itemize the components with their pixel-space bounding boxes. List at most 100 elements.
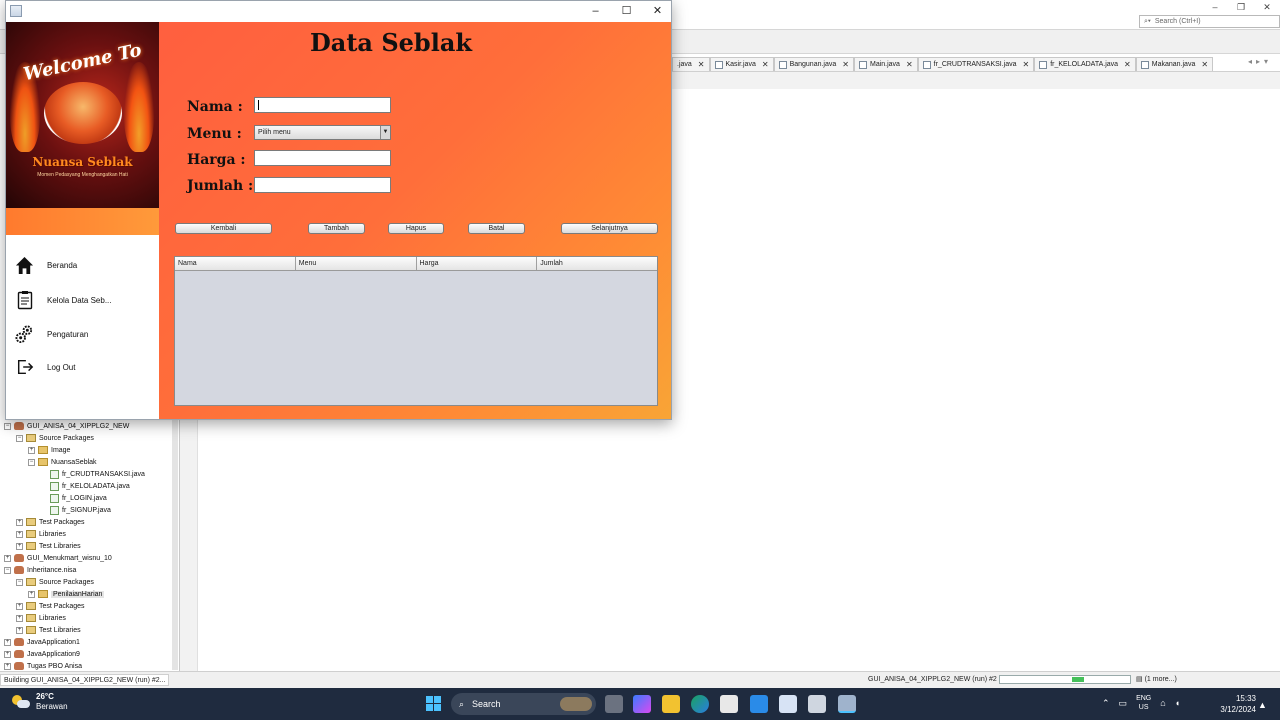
- collapse-icon[interactable]: −: [16, 434, 23, 442]
- maximize-button[interactable]: ☐: [611, 1, 642, 22]
- menu-select[interactable]: Pilih menu ▼: [254, 125, 391, 140]
- ide-tab[interactable]: Makanan.java ✕: [1135, 57, 1214, 71]
- seblak-data-table[interactable]: Nama Menu Harga Jumlah: [174, 256, 658, 406]
- taskbar-search[interactable]: ⌕ Search: [451, 693, 596, 715]
- vscode-icon[interactable]: [750, 695, 768, 713]
- ide-close-button[interactable]: ✕: [1254, 0, 1280, 14]
- store-icon[interactable]: [720, 695, 738, 713]
- close-icon[interactable]: ✕: [906, 58, 913, 71]
- ide-restore-button[interactable]: ❐: [1228, 0, 1254, 14]
- expand-icon[interactable]: +: [28, 446, 35, 454]
- tree-node[interactable]: − Inheritance.nisa: [4, 564, 76, 576]
- file-explorer-icon[interactable]: [662, 695, 680, 713]
- tambah-button[interactable]: Tambah: [308, 223, 365, 234]
- tray-chevron-icon[interactable]: ⌃: [1102, 698, 1110, 709]
- tree-node[interactable]: + Test Packages: [16, 600, 85, 612]
- tree-node[interactable]: + Image: [28, 444, 70, 456]
- expand-icon[interactable]: +: [16, 518, 23, 526]
- ide-tab[interactable]: .java ✕: [672, 57, 710, 71]
- close-icon[interactable]: ✕: [762, 58, 769, 71]
- expand-icon[interactable]: +: [28, 590, 35, 598]
- tree-node[interactable]: − Source Packages: [16, 576, 94, 588]
- batal-button[interactable]: Batal: [468, 223, 525, 234]
- expand-icon[interactable]: +: [16, 530, 23, 538]
- tree-node[interactable]: − NuansaSeblak: [28, 456, 97, 468]
- cube-app-icon[interactable]: [779, 695, 797, 713]
- tree-node[interactable]: + Test Libraries: [16, 540, 81, 552]
- weather-widget[interactable]: 26°C Berawan: [12, 692, 68, 712]
- expand-icon[interactable]: +: [16, 626, 23, 634]
- tree-node-label: Test Packages: [39, 602, 85, 610]
- column-header-harga[interactable]: Harga: [417, 257, 538, 270]
- tree-node[interactable]: + JavaApplication9: [4, 648, 80, 660]
- projects-scrollbar[interactable]: [172, 420, 178, 670]
- tree-node[interactable]: + Test Packages: [16, 516, 85, 528]
- close-icon[interactable]: ✕: [1023, 58, 1030, 71]
- tree-node[interactable]: + Libraries: [16, 612, 66, 624]
- jumlah-input[interactable]: [254, 177, 391, 193]
- edge-browser-icon[interactable]: [691, 695, 709, 713]
- notification-bell-icon[interactable]: ▲: [1258, 700, 1267, 710]
- ide-search-input[interactable]: ⌕▾ Search (Ctrl+I): [1139, 15, 1280, 28]
- ide-tab[interactable]: Kasir.java ✕: [709, 57, 774, 71]
- chevron-down-icon[interactable]: ▼: [380, 126, 390, 139]
- expand-icon[interactable]: +: [4, 638, 11, 646]
- ide-minimize-button[interactable]: –: [1202, 0, 1228, 14]
- collapse-icon[interactable]: −: [16, 578, 23, 586]
- sidebar-item-logout[interactable]: Log Out: [15, 355, 75, 379]
- sidebar-item-kelola-data[interactable]: Kelola Data Seb...: [15, 288, 111, 312]
- tree-node[interactable]: fr_SIGNUP.java: [40, 504, 111, 516]
- ide-tab[interactable]: fr_KELOLADATA.java ✕: [1034, 57, 1136, 71]
- kembali-button[interactable]: Kembali: [175, 223, 272, 234]
- expand-icon[interactable]: +: [16, 614, 23, 622]
- column-header-jumlah[interactable]: Jumlah: [537, 257, 657, 270]
- task-view-icon[interactable]: [605, 695, 623, 713]
- tree-node[interactable]: + Test Libraries: [16, 624, 81, 636]
- ide-tab[interactable]: Main.java ✕: [853, 57, 918, 71]
- tree-node[interactable]: + PenilaianHarian: [28, 588, 105, 600]
- sidebar-item-beranda[interactable]: Beranda: [15, 253, 77, 277]
- minimize-button[interactable]: –: [580, 1, 611, 22]
- close-button[interactable]: ✕: [642, 1, 671, 22]
- battery-icon[interactable]: ▭: [1119, 698, 1128, 709]
- tree-node[interactable]: fr_LOGIN.java: [40, 492, 107, 504]
- hapus-button[interactable]: Hapus: [388, 223, 444, 234]
- close-icon[interactable]: ✕: [698, 58, 705, 71]
- collapse-icon[interactable]: −: [4, 422, 11, 430]
- ide-tab[interactable]: Bangunan.java ✕: [773, 57, 854, 71]
- expand-icon[interactable]: +: [4, 554, 11, 562]
- close-icon[interactable]: ✕: [1201, 58, 1208, 71]
- column-header-nama[interactable]: Nama: [175, 257, 296, 270]
- status-more-tasks[interactable]: ▤ (1 more...): [1136, 674, 1177, 686]
- network-icon[interactable]: ⌂: [1160, 698, 1165, 708]
- nama-input[interactable]: [254, 97, 391, 113]
- language-indicator[interactable]: ENG US: [1136, 694, 1151, 712]
- close-icon[interactable]: ✕: [842, 58, 849, 71]
- volume-icon[interactable]: ◖: [1175, 698, 1180, 708]
- copilot-icon[interactable]: [633, 695, 651, 713]
- java-app-icon[interactable]: [838, 695, 856, 713]
- netbeans-icon[interactable]: [808, 695, 826, 713]
- tree-node[interactable]: fr_CRUDTRANSAKSI.java: [40, 468, 145, 480]
- expand-icon[interactable]: +: [16, 602, 23, 610]
- column-header-menu[interactable]: Menu: [296, 257, 417, 270]
- expand-icon[interactable]: +: [4, 650, 11, 658]
- sidebar-item-pengaturan[interactable]: Pengaturan: [15, 322, 88, 346]
- tree-node[interactable]: − Source Packages: [16, 432, 94, 444]
- tab-nav-arrows[interactable]: ◂▸▾: [1248, 57, 1272, 66]
- close-icon[interactable]: ✕: [1124, 58, 1131, 71]
- expand-icon[interactable]: +: [4, 662, 11, 670]
- tree-node[interactable]: − GUI_ANISA_04_XIPPLG2_NEW: [4, 420, 129, 432]
- windows-start-icon[interactable]: [426, 696, 441, 711]
- expand-icon[interactable]: +: [16, 542, 23, 550]
- tree-node[interactable]: + Libraries: [16, 528, 66, 540]
- taskbar-clock[interactable]: 15:33 3/12/2024: [1208, 693, 1256, 715]
- collapse-icon[interactable]: −: [4, 566, 11, 574]
- harga-input[interactable]: [254, 150, 391, 166]
- collapse-icon[interactable]: −: [28, 458, 35, 466]
- selanjutnya-button[interactable]: Selanjutnya: [561, 223, 658, 234]
- tree-node[interactable]: fr_KELOLADATA.java: [40, 480, 130, 492]
- tree-node[interactable]: + JavaApplication1: [4, 636, 80, 648]
- ide-tab[interactable]: fr_CRUDTRANSAKSI.java ✕: [917, 57, 1035, 71]
- tree-node[interactable]: + GUI_Menukmart_wisnu_10: [4, 552, 112, 564]
